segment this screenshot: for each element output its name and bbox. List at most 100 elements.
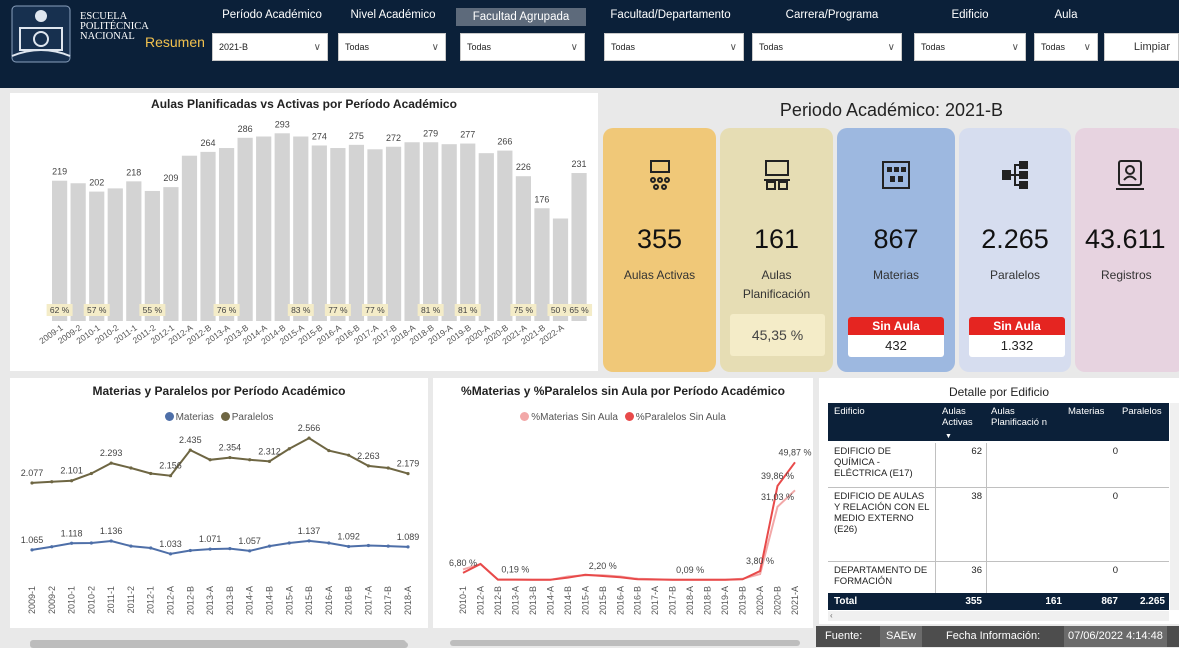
filter-edificio[interactable]: Todas ∨ (914, 33, 1026, 61)
bar-chart-panel: Aulas Planificadas vs Activas por Períod… (10, 93, 598, 371)
bar-value-label: 279 (423, 128, 438, 138)
table-row[interactable]: DEPARTAMENTO DE FORMACIÓN 36 0 (828, 562, 1169, 593)
legend-dot (624, 412, 634, 421)
x-tick-label: 2020-A (755, 586, 765, 615)
chevron-down-icon: ∨ (729, 41, 737, 53)
horizontal-scrollbar[interactable] (30, 640, 406, 646)
horizontal-scrollbar[interactable] (450, 640, 800, 646)
column-header-paralelos[interactable]: Paralelos (1122, 406, 1162, 417)
data-value-label: 1.071 (199, 534, 222, 544)
x-tick-label: 2009-2 (47, 586, 57, 614)
chart-title: %Materias y %Paralelos sin Aula por Perí… (461, 384, 785, 398)
kpi-value: 867 (873, 224, 919, 254)
data-value-label: 3,80 % (746, 556, 774, 566)
sort-desc-icon[interactable]: ▼ (945, 433, 952, 440)
bar (218, 148, 235, 321)
data-point (89, 471, 93, 476)
kpi-value: 355 (636, 224, 683, 254)
filter-value: Todas (467, 42, 492, 52)
chart-title: Aulas Planificadas vs Activas por Períod… (151, 97, 457, 111)
filter-nivel[interactable]: Todas ∨ (338, 33, 446, 61)
table-row[interactable]: EDIFICIO DE AULAS Y RELACIÓN CON EL MEDI… (828, 488, 1169, 562)
sin-aula-value: 432 (885, 338, 907, 353)
kpi-card-paralelos: 2.265 Paralelos Sin Aula 1.332 (959, 128, 1071, 372)
bar (89, 191, 105, 321)
data-point (267, 544, 272, 548)
x-tick-label: 2012-A (166, 586, 176, 615)
kpi-value: 2.265 (981, 224, 1049, 254)
x-tick-label: 2016-B (633, 586, 643, 615)
filter-aula[interactable]: Todas ∨ (1034, 33, 1098, 61)
column-header-aulas-activas[interactable]: Aulas Activas (942, 406, 982, 428)
data-value-label: 2.101 (60, 466, 83, 476)
chevron-down-icon: ∨ (1083, 41, 1091, 53)
x-tick-label: 2018-A (685, 586, 695, 615)
bar (274, 133, 290, 321)
x-tick-label: 2010-1 (458, 586, 468, 614)
bar-value-label: 266 (497, 137, 512, 147)
x-tick-label: 2019-A (720, 586, 730, 615)
data-point (109, 461, 113, 465)
filter-facultad-agrupada[interactable]: Todas ∨ (460, 33, 585, 61)
data-value-label: 1.137 (298, 526, 321, 536)
data-point (188, 448, 192, 452)
bar-value-label: 202 (89, 178, 104, 188)
column-header-edificio[interactable]: Edificio (834, 406, 865, 417)
data-point (248, 458, 252, 462)
column-header-materias[interactable]: Materias (1068, 406, 1104, 417)
vertical-scrollbar[interactable] (1170, 403, 1179, 610)
clear-filters-button[interactable]: Limpiar (1104, 33, 1179, 61)
date-label: Fecha Información: (946, 630, 1041, 642)
filter-periodo[interactable]: 2021-B ∨ (212, 33, 328, 61)
bar (441, 144, 457, 321)
column-divider (986, 443, 987, 487)
x-tick-label: 2020-B (773, 586, 783, 615)
x-tick-label: 2013-B (528, 586, 538, 615)
chart-title: Materias y Paralelos por Período Académi… (92, 384, 346, 398)
bar (478, 153, 494, 321)
column-header-aulas-planificacion[interactable]: Aulas Planificació n (991, 406, 1049, 428)
page-label[interactable]: Resumen (145, 34, 205, 50)
bar-value-label: 264 (201, 138, 216, 148)
data-point (228, 547, 232, 551)
bar-value-label: 176 (534, 194, 549, 204)
x-tick-label: 2012-B (493, 586, 503, 615)
filter-label-facultad-agrupada: Facultad Agrupada (456, 8, 586, 26)
bar-value-label: 286 (238, 124, 253, 134)
table-row[interactable]: EDIFICIO DE QUÍMICA - ELÉCTRICA (E17) 62… (828, 443, 1169, 488)
cell-materias: 0 (1112, 491, 1118, 502)
data-point (406, 471, 410, 476)
sin-aula-label: Sin Aula (969, 317, 1065, 335)
bar-value-label: 293 (275, 119, 290, 129)
bar (404, 142, 420, 321)
table-header: Edificio Aulas Activas Aulas Planificaci… (828, 403, 1169, 441)
x-tick-label: 2017-A (650, 586, 660, 615)
legend-item[interactable]: %Materias Sin Aula (531, 412, 618, 423)
pct-label: 75 % (514, 305, 534, 315)
data-value-label: 2.312 (258, 446, 281, 456)
legend-item[interactable]: %Paralelos Sin Aula (636, 412, 726, 423)
data-point (109, 539, 113, 543)
legend-item[interactable]: Materias (176, 412, 214, 423)
data-point (307, 436, 311, 440)
data-value-label: 2.179 (397, 459, 420, 469)
x-tick-label: 2016-A (615, 586, 625, 615)
bar-value-label: 209 (163, 173, 178, 183)
filter-carrera[interactable]: Todas ∨ (752, 33, 902, 61)
data-value-label: 1.057 (238, 536, 261, 546)
table-horizontal-scrollbar[interactable]: ‹ (828, 611, 1169, 621)
pct-label: 62 % (50, 305, 70, 315)
bar (497, 150, 513, 321)
legend-item[interactable]: Paralelos (232, 412, 274, 423)
data-value-label: 39,86 % (761, 471, 794, 481)
x-tick-label: 2013-B (225, 586, 235, 615)
data-point (149, 471, 153, 476)
bar-value-label: 219 (52, 167, 67, 177)
data-value-label: 1.065 (21, 535, 44, 545)
filter-facultad[interactable]: Todas ∨ (604, 33, 744, 61)
data-point (386, 544, 390, 548)
x-tick-label: 2012-A (475, 586, 485, 615)
data-value-label: 31,03 % (761, 492, 794, 502)
data-point (347, 544, 351, 549)
data-value-label: 2.156 (159, 461, 182, 471)
